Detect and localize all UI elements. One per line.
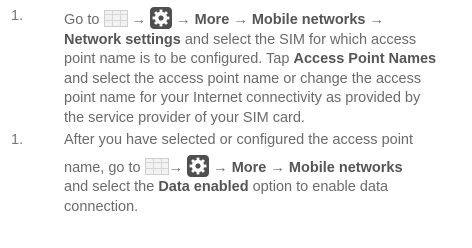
- step-number: 1.: [11, 132, 24, 148]
- arrow: →: [168, 159, 184, 176]
- line-text: option to enable data: [248, 179, 389, 195]
- arrow: →: [233, 12, 248, 28]
- more-label: More: [231, 159, 267, 176]
- arrow: →: [369, 12, 384, 28]
- step-1-line-2: Network settings and select the SIM for …: [64, 31, 472, 51]
- access-point-names-label: Access Point Names: [293, 51, 437, 67]
- step-1-line-6: the service provider of your SIM card.: [64, 109, 305, 126]
- mobile-networks-label: Mobile networks: [288, 159, 403, 176]
- mobile-networks-label: Mobile networks: [251, 12, 366, 28]
- step-1-line-5: point name for your Internet connectivit…: [64, 90, 421, 106]
- apps-grid-icon: [144, 157, 169, 175]
- network-settings-label: Network settings: [64, 31, 181, 48]
- line-text: and select the SIM for which access: [180, 31, 417, 48]
- arrow: →: [131, 12, 147, 28]
- step-2-line-2: name, go to → → More → Mobile networks: [64, 154, 472, 179]
- settings-gear-icon: [150, 7, 173, 29]
- step-2-line-3: and select the Data enabled option to en…: [64, 178, 472, 198]
- arrow: →: [270, 159, 285, 176]
- step-2-text: After you have selected or configured th…: [64, 131, 472, 217]
- more-label: More: [194, 12, 230, 28]
- arrow: →: [176, 12, 191, 28]
- apps-grid-icon: [103, 10, 128, 27]
- step-1-line-4: and select the access point name or chan…: [64, 70, 422, 87]
- step-1-line-3: point name is to be configured. Tap Acce…: [64, 50, 472, 70]
- step-1-line-1: Go to → → More → Mobile networks →: [64, 7, 472, 31]
- step-number: 1.: [11, 8, 24, 24]
- go-to-text: Go to: [64, 12, 100, 28]
- settings-gear-icon: [187, 154, 210, 177]
- line-text: point name is to be configured. Tap: [64, 51, 294, 67]
- line-text: and select the: [64, 179, 159, 195]
- step-1-text: Go to → → More → Mobile networks → Netwo…: [64, 7, 472, 128]
- step-2-line-1: After you have selected or configured th…: [64, 132, 414, 148]
- step-2-line-4: connection.: [64, 198, 139, 215]
- name-go-to-text: name, go to: [64, 159, 141, 176]
- data-enabled-label: Data enabled: [158, 179, 249, 195]
- arrow: →: [213, 159, 228, 176]
